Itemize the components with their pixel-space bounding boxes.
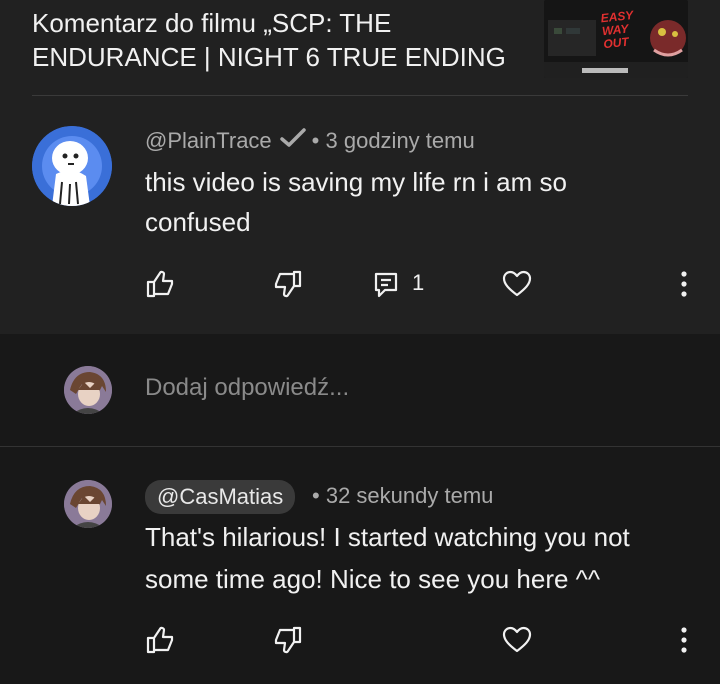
like-icon (144, 268, 176, 300)
verified-check-icon (279, 128, 306, 148)
reply-avatar[interactable] (64, 480, 112, 528)
comment-author[interactable]: @PlainTrace (145, 128, 272, 153)
reply-author[interactable]: @CasMatias (145, 480, 296, 514)
reply-icon (371, 269, 401, 299)
replies-button[interactable] (368, 266, 404, 302)
dislike-icon (272, 624, 304, 656)
heart-button[interactable] (499, 266, 535, 302)
like-button[interactable] (142, 266, 178, 302)
video-title[interactable]: Komentarz do filmu „SCP: THE ENDURANCE |… (32, 6, 532, 108)
reply-meta: • 32 sekundy temu (312, 483, 493, 509)
avatar[interactable] (32, 126, 112, 206)
reply-count[interactable]: 1 (412, 270, 424, 296)
video-header[interactable]: Komentarz do filmu „SCP: THE ENDURANCE |… (0, 0, 720, 106)
reply-text: That's hilarious! I started watching you… (145, 522, 630, 594)
dislike-button[interactable] (270, 622, 306, 658)
more-icon (680, 626, 688, 654)
heart-icon (501, 624, 533, 656)
reply-actions (0, 622, 720, 662)
dislike-button[interactable] (270, 266, 306, 302)
avatar-image (32, 126, 112, 206)
meta-separator: • (312, 483, 320, 508)
video-thumbnail[interactable]: EASY WAY OUT (544, 0, 688, 78)
comment-actions: 1 (0, 266, 720, 306)
avatar-image (64, 480, 112, 528)
like-button[interactable] (142, 622, 178, 658)
reply-time: 32 sekundy temu (325, 483, 494, 508)
heart-icon (501, 268, 533, 300)
more-icon (680, 270, 688, 298)
reply-input[interactable]: Dodaj odpowiedź... (145, 374, 349, 402)
more-button[interactable] (666, 266, 702, 302)
more-button[interactable] (666, 622, 702, 658)
comment-time: 3 godziny temu (325, 128, 475, 153)
like-icon (144, 624, 176, 656)
current-user-avatar (64, 366, 112, 414)
heart-button[interactable] (499, 622, 535, 658)
reply-divider (0, 446, 720, 447)
comment-text: this video is saving my life rn i am so … (145, 167, 567, 237)
comment-meta: @PlainTrace • 3 godziny temu (145, 128, 475, 154)
dislike-icon (272, 268, 304, 300)
avatar-image (64, 366, 112, 414)
meta-separator: • (311, 128, 320, 153)
thumbnail-text: EASY WAY OUT (599, 8, 634, 52)
